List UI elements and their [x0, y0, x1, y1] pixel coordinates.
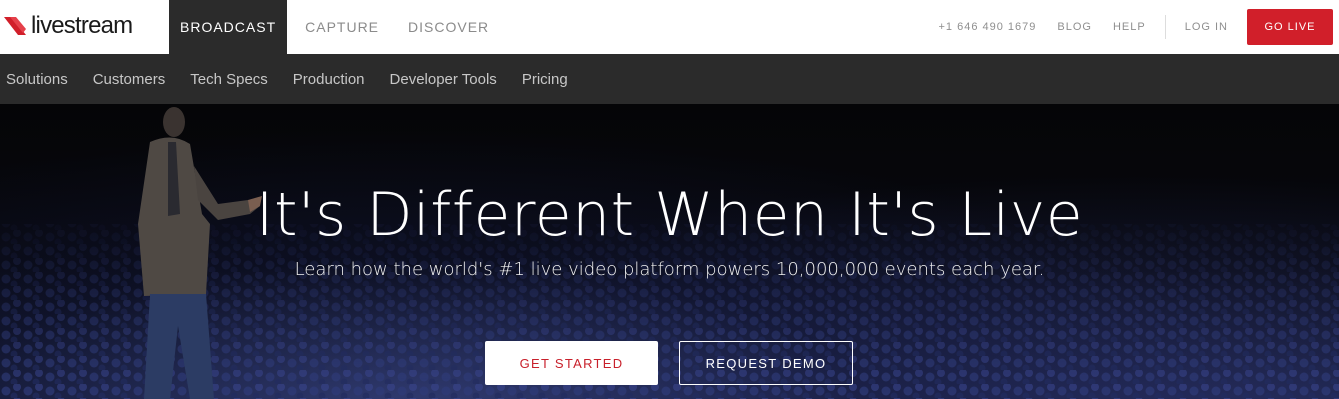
- logo-wordmark: livestream: [31, 12, 133, 39]
- speaker-image: [138, 107, 262, 399]
- subnav-developer-tools[interactable]: Developer Tools: [390, 71, 497, 88]
- nav-capture[interactable]: CAPTURE: [294, 0, 390, 54]
- hero-headline: It's Different When It's Live: [255, 180, 1084, 250]
- go-live-button[interactable]: GO LIVE: [1247, 9, 1333, 45]
- livestream-logo[interactable]: livestream: [4, 10, 133, 42]
- get-started-button[interactable]: GET STARTED: [485, 341, 658, 385]
- subnav-tech-specs[interactable]: Tech Specs: [190, 71, 268, 88]
- subnav-pricing[interactable]: Pricing: [522, 71, 568, 88]
- primary-nav: BROADCAST CAPTURE DISCOVER: [169, 0, 500, 54]
- nav-discover[interactable]: DISCOVER: [397, 0, 500, 54]
- top-header: livestream BROADCAST CAPTURE DISCOVER +1…: [0, 0, 1339, 54]
- hero-subheadline: Learn how the world's #1 live video plat…: [294, 259, 1045, 280]
- subnav-solutions[interactable]: Solutions: [6, 71, 68, 88]
- nav-broadcast[interactable]: BROADCAST: [169, 0, 288, 54]
- request-demo-button[interactable]: REQUEST DEMO: [679, 341, 853, 385]
- subnav-customers[interactable]: Customers: [93, 71, 166, 88]
- blog-link[interactable]: BLOG: [1057, 21, 1092, 33]
- utility-nav: +1 646 490 1679 BLOG HELP LOG IN GO LIVE: [938, 0, 1339, 54]
- nav-divider: [1164, 15, 1166, 39]
- phone-number[interactable]: +1 646 490 1679: [938, 21, 1036, 33]
- secondary-nav: Solutions Customers Tech Specs Productio…: [0, 54, 1339, 104]
- login-link[interactable]: LOG IN: [1185, 21, 1228, 33]
- hero-section: It's Different When It's Live Learn how …: [0, 104, 1339, 399]
- subnav-production[interactable]: Production: [293, 71, 365, 88]
- help-link[interactable]: HELP: [1113, 21, 1146, 33]
- livestream-logo-icon: [4, 17, 26, 35]
